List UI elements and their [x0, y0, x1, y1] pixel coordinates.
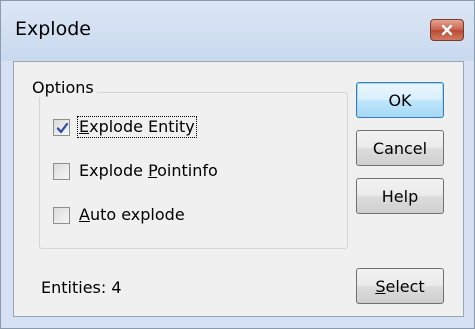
explode-pointinfo-accel: P — [148, 161, 158, 180]
auto-explode-checkbox[interactable] — [53, 206, 70, 224]
auto-explode-accel: A — [79, 205, 90, 224]
explode-entity-text: xplode Entity — [89, 117, 195, 136]
close-icon — [441, 24, 453, 36]
select-button-accel: S — [375, 276, 386, 296]
explode-entity-accel: E — [79, 117, 90, 136]
auto-explode-text: uto explode — [89, 205, 185, 224]
auto-explode-label: Auto explode — [78, 205, 186, 225]
ok-button[interactable]: OK — [356, 82, 444, 118]
select-button-text: elect — [385, 276, 425, 296]
close-button[interactable] — [430, 19, 464, 41]
explode-pointinfo-option[interactable]: Explode Pointinfo — [53, 159, 219, 183]
auto-explode-option[interactable]: Auto explode — [53, 203, 186, 227]
entities-count: Entities: 4 — [41, 278, 122, 297]
cancel-button[interactable]: Cancel — [356, 130, 444, 166]
explode-pointinfo-text-post: ointinfo — [157, 161, 218, 180]
select-button[interactable]: Select — [356, 268, 444, 304]
explode-pointinfo-text-pre: Explode — [79, 161, 149, 180]
explode-entity-checkbox[interactable] — [53, 118, 70, 136]
explode-pointinfo-checkbox[interactable] — [53, 162, 70, 180]
explode-entity-option[interactable]: Explode Entity — [53, 115, 197, 139]
checkmark-icon — [56, 122, 69, 133]
explode-entity-label: Explode Entity — [77, 116, 197, 138]
help-button[interactable]: Help — [356, 178, 444, 214]
explode-dialog: Explode Options Explode Entity Explode P… — [0, 0, 475, 329]
explode-pointinfo-label: Explode Pointinfo — [78, 161, 219, 181]
dialog-title: Explode — [15, 18, 91, 40]
dialog-client-area: Options Explode Entity Explode Pointinfo… — [13, 61, 464, 317]
options-group-label: Options — [29, 79, 97, 97]
